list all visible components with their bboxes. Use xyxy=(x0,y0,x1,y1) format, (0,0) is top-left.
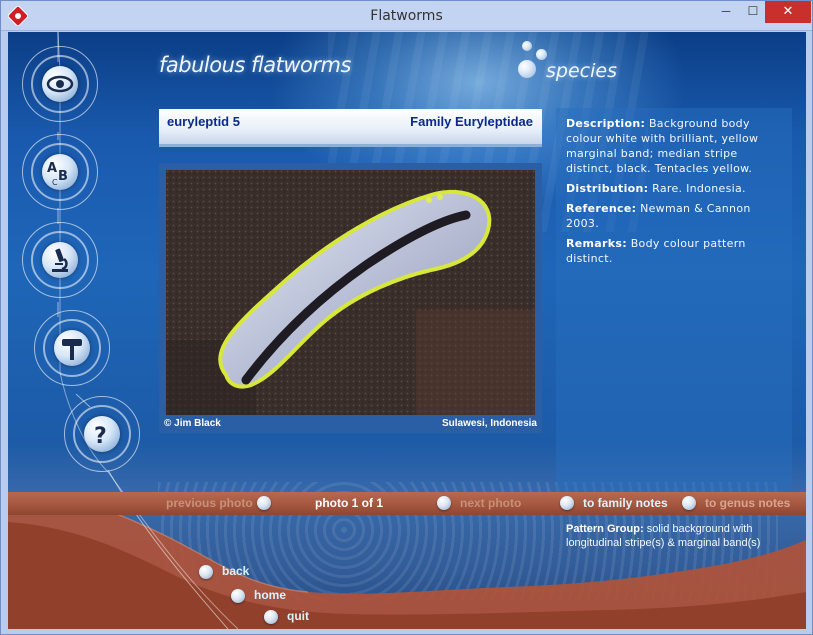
svg-text:A: A xyxy=(47,161,57,176)
pattern-group-label: Pattern Group: xyxy=(566,523,644,535)
photo-frame: © Jim Black Sulawesi, Indonesia xyxy=(159,163,542,433)
bubble-decoration xyxy=(518,60,536,78)
distribution-text: Rare. Indonesia. xyxy=(652,182,746,195)
genus-notes-link[interactable]: to genus notes xyxy=(705,496,790,510)
question-icon: ? xyxy=(94,424,107,449)
window-title: Flatworms xyxy=(370,8,443,24)
species-name: euryleptid 5 xyxy=(167,114,240,129)
description-paragraph: Description: Background body colour whit… xyxy=(566,116,784,176)
microscope-icon xyxy=(52,248,68,272)
maximize-button[interactable]: ☐ xyxy=(739,1,767,23)
back-link[interactable]: back xyxy=(222,564,249,578)
next-photo-link[interactable]: next photo xyxy=(460,496,521,510)
family-notes-link[interactable]: to family notes xyxy=(583,496,668,510)
close-button[interactable]: ✕ xyxy=(765,1,811,23)
eye-icon xyxy=(46,75,74,93)
bubble-decoration xyxy=(522,41,532,51)
photo-nav-bar: previous photo photo 1 of 1 next photo t… xyxy=(8,492,806,515)
minimize-button[interactable]: ─ xyxy=(712,1,740,23)
photo-counter: photo 1 of 1 xyxy=(315,496,383,510)
species-header: euryleptid 5 Family Euryleptidae xyxy=(159,109,542,147)
section-title: species xyxy=(546,60,617,82)
previous-photo-dot[interactable] xyxy=(257,496,271,510)
family-notes-dot[interactable] xyxy=(560,496,574,510)
app-window: Flatworms ─ ☐ ✕ A B C ? fabulous flatwor… xyxy=(0,0,813,635)
photo-location: Sulawesi, Indonesia xyxy=(441,418,537,429)
quit-dot[interactable] xyxy=(264,610,278,624)
reference-label: Reference: xyxy=(566,202,637,215)
home-link[interactable]: home xyxy=(254,588,286,602)
reference-paragraph: Reference: Newman & Cannon 2003. xyxy=(566,201,784,231)
quit-link[interactable]: quit xyxy=(287,609,309,623)
remarks-label: Remarks: xyxy=(566,237,627,250)
hammer-icon xyxy=(62,339,82,360)
info-text: Description: Background body colour whit… xyxy=(566,116,784,271)
photo-credit: © Jim Black xyxy=(164,418,221,429)
sidebar-item-microscope[interactable] xyxy=(22,222,98,298)
bubble-decoration xyxy=(536,49,547,60)
sidebar-item-alphabet[interactable]: A B C xyxy=(22,134,98,210)
info-panel: Description: Background body colour whit… xyxy=(556,108,792,498)
home-dot[interactable] xyxy=(231,589,245,603)
remarks-paragraph: Remarks: Body colour pattern distinct. xyxy=(566,236,784,266)
svg-text:?: ? xyxy=(94,424,107,449)
brand-title: fabulous flatworms xyxy=(159,53,351,77)
app-canvas: A B C ? fabulous flatworms species euryl… xyxy=(8,32,806,629)
genus-notes-dot[interactable] xyxy=(682,496,696,510)
sidebar-item-help[interactable]: ? xyxy=(64,396,140,472)
species-photo[interactable] xyxy=(166,170,535,415)
back-dot[interactable] xyxy=(199,565,213,579)
flatworm-image xyxy=(166,170,535,415)
previous-photo-link[interactable]: previous photo xyxy=(166,496,253,510)
distribution-paragraph: Distribution: Rare. Indonesia. xyxy=(566,181,784,196)
sidebar-item-eye[interactable] xyxy=(22,46,98,122)
pattern-group: Pattern Group: solid background with lon… xyxy=(566,522,781,550)
svg-text:C: C xyxy=(52,178,58,187)
next-photo-dot[interactable] xyxy=(437,496,451,510)
description-label: Description: xyxy=(566,117,646,130)
title-bar[interactable]: Flatworms ─ ☐ ✕ xyxy=(1,1,812,31)
distribution-label: Distribution: xyxy=(566,182,649,195)
family-name: Family Euryleptidae xyxy=(410,114,533,129)
sidebar-item-tools[interactable] xyxy=(34,310,110,386)
abc-icon: A B C xyxy=(47,161,68,187)
svg-text:B: B xyxy=(58,169,68,184)
